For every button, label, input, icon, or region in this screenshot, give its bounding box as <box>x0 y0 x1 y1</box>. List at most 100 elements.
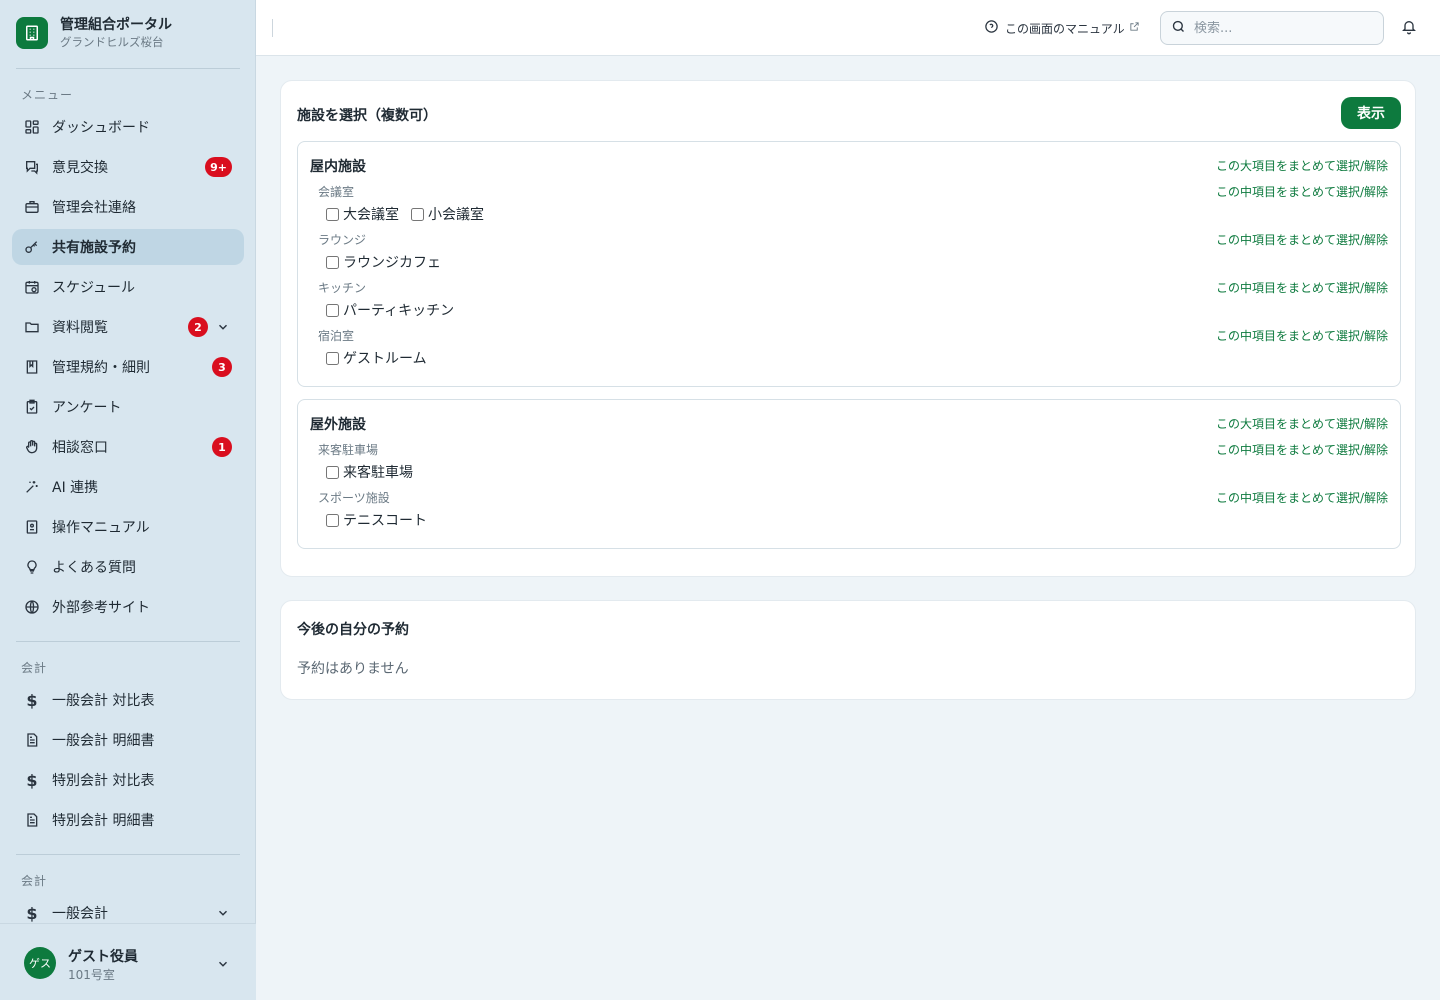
facility-option[interactable]: ゲストルーム <box>326 348 427 368</box>
sidebar-item-general-statement[interactable]: 一般会計 明細書 <box>12 722 244 758</box>
brand-subtitle: グランドヒルズ桜台 <box>60 35 164 49</box>
search-box[interactable] <box>1160 11 1384 45</box>
notification-badge: 9+ <box>205 157 232 177</box>
facility-option[interactable]: テニスコート <box>326 510 427 530</box>
subgroup-label: スポーツ施設 <box>318 491 390 505</box>
facility-checkbox[interactable] <box>326 303 339 317</box>
group-title: 屋内施設 <box>310 159 366 175</box>
bulk-toggle-large-link[interactable]: この大項目をまとめて選択/解除 <box>1216 157 1388 174</box>
bulk-toggle-medium-link[interactable]: この中項目をまとめて選択/解除 <box>1216 441 1388 458</box>
header-divider <box>272 19 273 37</box>
facility-checkbox[interactable] <box>411 207 424 221</box>
search-input[interactable] <box>1194 20 1374 36</box>
facility-option[interactable]: 大会議室 <box>326 204 399 224</box>
sidebar-item-consultation[interactable]: 相談窓口 1 <box>12 429 244 465</box>
sidebar-item-ai[interactable]: AI 連携 <box>12 469 244 505</box>
facility-checkbox[interactable] <box>326 513 339 527</box>
bulk-toggle-medium-link[interactable]: この中項目をまとめて選択/解除 <box>1216 327 1388 344</box>
sidebar-item-external-sites[interactable]: 外部参考サイト <box>12 589 244 625</box>
sidebar-item-faq[interactable]: よくある質問 <box>12 549 244 585</box>
search-icon <box>1171 19 1186 38</box>
accounting-section-label-2: 会計 <box>21 874 48 888</box>
show-button[interactable]: 表示 <box>1341 97 1401 129</box>
external-link-icon <box>1129 21 1140 35</box>
facility-group-indoor: 屋内施設 この大項目をまとめて選択/解除 会議室 この中項目をまとめて選択/解除… <box>297 141 1401 387</box>
sparkle-icon <box>24 479 40 495</box>
facility-option[interactable]: 小会議室 <box>411 204 484 224</box>
bulk-toggle-medium-link[interactable]: この中項目をまとめて選択/解除 <box>1216 183 1388 200</box>
bulk-toggle-medium-link[interactable]: この中項目をまとめて選択/解除 <box>1216 489 1388 506</box>
brand-title: 管理組合ポータル <box>60 17 172 33</box>
page-manual-label: この画面のマニュアル <box>1005 21 1125 36</box>
facility-option[interactable]: ラウンジカフェ <box>326 252 441 272</box>
sidebar-item-label: 特別会計 明細書 <box>52 813 155 829</box>
sidebar-item-label: AI 連携 <box>52 480 99 496</box>
facility-checkbox[interactable] <box>326 465 339 479</box>
user-room: 101号室 <box>68 968 115 982</box>
bell-icon[interactable] <box>1401 19 1417 39</box>
menu-section-label: メニュー <box>21 88 74 102</box>
notification-badge: 1 <box>212 437 232 457</box>
globe-icon <box>24 599 40 615</box>
sidebar-item-discussion[interactable]: 意見交換 9+ <box>12 149 244 185</box>
clipboard-icon <box>24 399 40 415</box>
bulk-toggle-medium-link[interactable]: この中項目をまとめて選択/解除 <box>1216 231 1388 248</box>
folder-icon <box>24 319 40 335</box>
subgroup-label: 宿泊室 <box>318 329 355 343</box>
user-menu[interactable]: ゲス ゲスト役員 101号室 <box>0 923 256 1000</box>
option-label: ゲストルーム <box>343 351 427 367</box>
dollar-icon: $ <box>26 690 38 710</box>
chevron-down-icon[interactable] <box>216 906 230 920</box>
option-label: テニスコート <box>343 513 427 529</box>
facility-checkbox[interactable] <box>326 207 339 221</box>
accounting-section-label: 会計 <box>21 661 48 675</box>
facility-selection-card: 施設を選択（複数可） 表示 屋内施設 この大項目をまとめて選択/解除 会議室 こ… <box>280 80 1416 577</box>
sidebar-item-facility-reservation[interactable]: 共有施設予約 <box>12 229 244 265</box>
facility-group-outdoor: 屋外施設 この大項目をまとめて選択/解除 来客駐車場 この中項目をまとめて選択/… <box>297 399 1401 549</box>
sidebar-item-label: 操作マニュアル <box>52 520 150 536</box>
sidebar-item-label: 一般会計 <box>52 906 108 922</box>
bulk-toggle-large-link[interactable]: この大項目をまとめて選択/解除 <box>1216 415 1388 432</box>
sidebar-item-label: アンケート <box>52 400 122 416</box>
book-icon <box>24 359 40 375</box>
sidebar-item-special-statement[interactable]: 特別会計 明細書 <box>12 802 244 838</box>
option-label: 大会議室 <box>343 207 399 223</box>
building-icon <box>16 17 48 49</box>
sidebar-item-label: 一般会計 対比表 <box>52 693 155 709</box>
facility-option[interactable]: 来客駐車場 <box>326 462 413 482</box>
sidebar-item-label: 意見交換 <box>52 160 108 176</box>
user-name: ゲスト役員 <box>68 949 138 965</box>
option-label: パーティキッチン <box>343 303 455 319</box>
facility-checkbox[interactable] <box>326 255 339 269</box>
sidebar-item-label: よくある質問 <box>52 560 136 576</box>
facility-checkbox[interactable] <box>326 351 339 365</box>
page-manual-link[interactable]: この画面のマニュアル <box>984 19 1140 37</box>
sidebar-item-label: スケジュール <box>52 280 136 296</box>
sidebar-item-label: 相談窓口 <box>52 440 108 456</box>
sidebar-item-bylaws[interactable]: 管理規約・細則 3 <box>12 349 244 385</box>
bulk-toggle-medium-link[interactable]: この中項目をまとめて選択/解除 <box>1216 279 1388 296</box>
sidebar-item-management-contact[interactable]: 管理会社連絡 <box>12 189 244 225</box>
sidebar-item-survey[interactable]: アンケート <box>12 389 244 425</box>
chevron-down-icon[interactable] <box>216 320 230 334</box>
chat-icon <box>24 159 40 175</box>
reservations-title: 今後の自分の予約 <box>297 622 409 638</box>
sidebar-item-documents[interactable]: 資料閲覧 2 <box>12 309 244 345</box>
sidebar-item-dashboard[interactable]: ダッシュボード <box>12 109 244 145</box>
sidebar-item-general-comparison[interactable]: $ 一般会計 対比表 <box>12 682 244 718</box>
key-icon <box>24 239 40 255</box>
dollar-icon: $ <box>26 903 38 923</box>
facility-option[interactable]: パーティキッチン <box>326 300 454 320</box>
manual-icon <box>24 519 40 535</box>
chevron-down-icon[interactable] <box>216 956 230 975</box>
notification-badge: 3 <box>212 357 232 377</box>
brand[interactable]: 管理組合ポータル グランドヒルズ桜台 <box>16 16 172 50</box>
notification-badge: 2 <box>188 317 208 337</box>
option-label: 小会議室 <box>428 207 484 223</box>
sidebar-item-schedule[interactable]: スケジュール <box>12 269 244 305</box>
sidebar-item-label: ダッシュボード <box>52 120 150 136</box>
sidebar: 管理組合ポータル グランドヒルズ桜台 メニュー ダッシュボード 意見交換 9+ … <box>0 0 256 1000</box>
sidebar-item-manual[interactable]: 操作マニュアル <box>12 509 244 545</box>
sidebar-item-label: 共有施設予約 <box>52 240 136 256</box>
sidebar-item-special-comparison[interactable]: $ 特別会計 対比表 <box>12 762 244 798</box>
